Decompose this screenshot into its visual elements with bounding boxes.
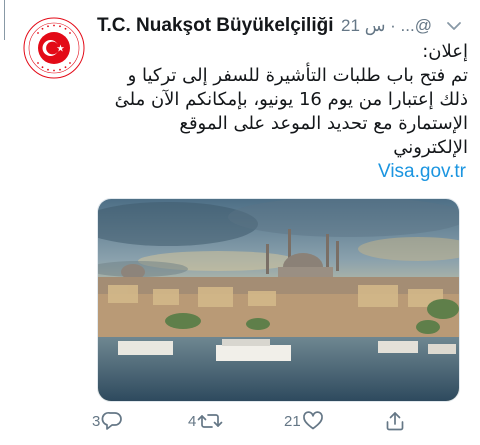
- share-icon[interactable]: [384, 410, 406, 432]
- tweet-line: الإلكتروني: [393, 137, 468, 158]
- thread-line: [4, 0, 5, 40]
- like-action[interactable]: 21: [284, 404, 324, 438]
- tweet-actions: 3 4 21: [88, 404, 460, 438]
- tweet-line: تم فتح باب طلبات التأشيرة للسفر إلى تركي…: [127, 65, 468, 86]
- retweet-action[interactable]: 4: [188, 404, 223, 438]
- tweet-text: إعلان: تم فتح باب طلبات التأشيرة للسفر إ…: [97, 40, 468, 160]
- tweet-line: الإستمارة مع تحديد الموعد على الموقع: [179, 113, 468, 134]
- handle-and-time[interactable]: 21 س · ...@: [341, 16, 432, 36]
- tweet-line: ذلك إعتبارا من يوم 16 يونيو، بإمكانكم ال…: [114, 89, 468, 110]
- visa-link[interactable]: Visa.gov.tr: [378, 161, 466, 183]
- retweet-count: 4: [188, 412, 197, 430]
- reply-count: 3: [92, 412, 101, 430]
- tweet-image[interactable]: [97, 198, 460, 402]
- reply-icon[interactable]: [101, 410, 123, 432]
- chevron-down-icon[interactable]: [442, 16, 466, 36]
- heart-icon[interactable]: [302, 410, 324, 432]
- reply-action[interactable]: 3: [92, 404, 123, 438]
- embassy-logo-icon[interactable]: [23, 17, 85, 79]
- tweet-line: إعلان:: [422, 41, 468, 62]
- author-name[interactable]: T.C. Nuakşot Büyükelçiliği: [97, 15, 334, 37]
- like-count: 21: [284, 412, 301, 430]
- share-action[interactable]: [384, 404, 406, 438]
- tweet-header: T.C. Nuakşot Büyükelçiliği 21 س · ...@: [97, 12, 468, 40]
- retweet-icon[interactable]: [197, 410, 223, 432]
